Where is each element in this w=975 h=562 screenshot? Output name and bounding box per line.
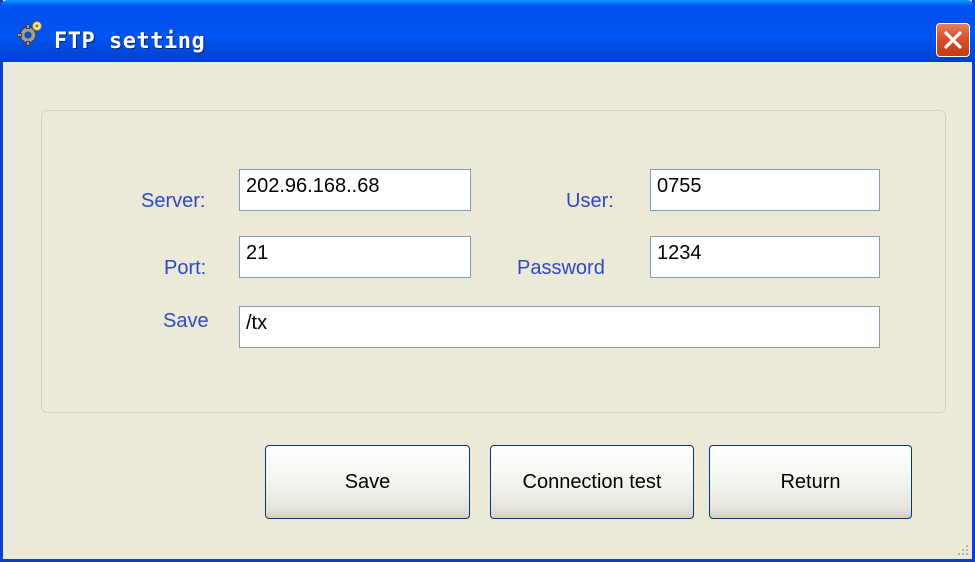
connection-test-button[interactable]: Connection test <box>490 445 694 519</box>
close-button[interactable] <box>936 23 970 57</box>
port-field[interactable]: 21 <box>239 236 471 278</box>
gear-icon <box>17 20 43 46</box>
ftp-setting-window: FTP setting Server: 202.96.168..68 User:… <box>0 0 975 562</box>
server-field[interactable]: 202.96.168..68 <box>239 169 471 211</box>
user-label: User: <box>566 190 614 212</box>
port-label: Port: <box>164 257 207 279</box>
return-button[interactable]: Return <box>709 445 912 519</box>
server-label: Server: <box>141 190 206 212</box>
save-path-label: Save <box>163 310 209 332</box>
password-field[interactable]: 1234 <box>650 236 880 278</box>
save-button[interactable]: Save <box>265 445 470 519</box>
resize-grip-icon[interactable] <box>956 543 970 557</box>
password-label: Password <box>517 257 605 279</box>
window-title: FTP setting <box>54 29 206 54</box>
save-path-field[interactable]: /tx <box>239 306 880 348</box>
title-bar[interactable]: FTP setting <box>0 0 975 62</box>
close-icon <box>944 31 962 49</box>
user-field[interactable]: 0755 <box>650 169 880 211</box>
